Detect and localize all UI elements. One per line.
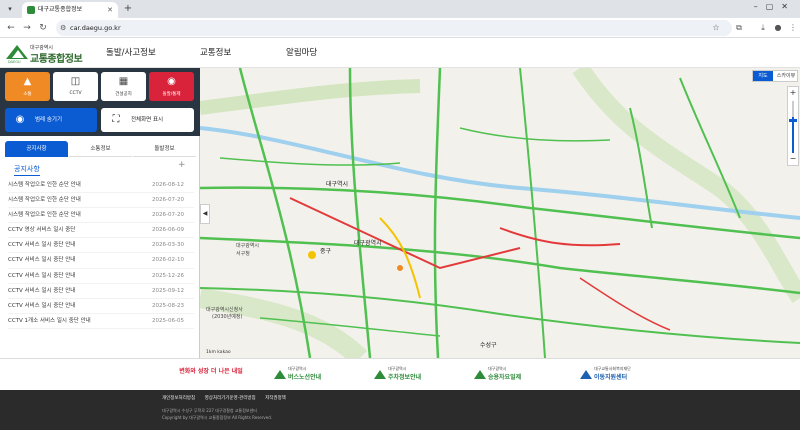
- legend-toggle-button[interactable]: ◉ 범례 숨기기: [5, 108, 97, 132]
- construction-icon: ▦: [118, 76, 129, 87]
- incident-button[interactable]: ◉ 돌발/통제: [149, 72, 194, 101]
- list-item[interactable]: CCTV 서비스 일시 중단 안내 2026-02-10: [8, 253, 194, 269]
- more-plus-icon[interactable]: +: [178, 160, 186, 170]
- list-item[interactable]: CCTV 서비스 일시 중단 안내 2025-08-23: [8, 299, 194, 314]
- panel-collapse-button[interactable]: ◀: [200, 204, 210, 224]
- list-item[interactable]: 시스템 작업으로 인한 순단 안내 2026-07-20: [8, 208, 194, 224]
- map-roads: [200, 68, 800, 358]
- browser-toolbar: ← → ↻ ⚙ car.daegu.go.kr ☆ ⧉ ⤓ ● ⋮: [0, 18, 800, 38]
- eye-icon: ◉: [15, 114, 25, 125]
- label-seo-gu-2: 서구청: [236, 251, 250, 257]
- browser-tab[interactable]: 대구교통종합정보 ✕: [22, 2, 118, 18]
- panel-tabs: 공지사항 소통정보 돌발정보: [5, 141, 196, 157]
- banner-mobility-center[interactable]: 대구교통사회복지재단 이동지원센터: [580, 366, 631, 384]
- construction-button[interactable]: ▦ 건설공지: [101, 72, 146, 101]
- cctv-button[interactable]: ◫ CCTV: [53, 72, 98, 101]
- tab-incident-info[interactable]: 돌발정보: [133, 141, 196, 157]
- nav-traffic[interactable]: 교통정보: [200, 46, 231, 58]
- label-daegu-city: 대구광역시: [354, 240, 382, 247]
- privacy-policy-link[interactable]: 개인정보처리방침: [162, 396, 195, 401]
- mobility-center-logo-icon: [580, 370, 592, 379]
- list-item[interactable]: CCTV 서비스 일시 중단 안내 2025-12-26: [8, 269, 194, 284]
- banner-strip: 변화와 성장 더 나은 내일 대구광역시 버스노선안내 대구광역시 주차정보안내…: [0, 358, 800, 390]
- zoom-out-icon[interactable]: −: [788, 154, 798, 164]
- zoom-handle[interactable]: [789, 119, 797, 122]
- traffic-map[interactable]: 지도 스카이뷰 + − 대구역시 중구 대구광역시 수성구 대구광역시신청사 (…: [200, 68, 800, 358]
- map-type-map-button[interactable]: 지도: [753, 71, 773, 81]
- traffic-button[interactable]: ▲ 소통: [5, 72, 50, 101]
- video-policy-link[interactable]: 영상처리기기운영·관리방침: [205, 396, 256, 401]
- label-suseong-gu: 수성구: [480, 342, 497, 349]
- incident-marker-icon: [308, 251, 316, 259]
- label-new-city-hall-year: (2030년예정): [212, 314, 243, 320]
- banner-car-day[interactable]: 대구광역시 승용차요일제: [474, 366, 521, 384]
- profile-icon[interactable]: ●: [771, 21, 785, 35]
- new-tab-icon[interactable]: +: [121, 2, 135, 16]
- cctv-icon: ◫: [70, 76, 81, 87]
- label-daegu-station: 대구역시: [326, 181, 349, 188]
- fullscreen-icon: ⛶: [112, 114, 120, 125]
- map-type-sky-button[interactable]: 스카이뷰: [773, 71, 799, 81]
- notice-list: 시스템 작업으로 인한 순단 안내 2026-08-12 시스템 작업으로 인한 …: [8, 178, 194, 329]
- browser-tab-strip: ▾ 대구교통종합정보 ✕ + –▢✕: [0, 0, 800, 18]
- label-new-city-hall: 대구광역시신청사: [206, 307, 243, 313]
- left-panel: ▲ 소통 ◫ CCTV ▦ 건설공지 ◉ 돌발/통제 ◉ 범례 숨기기 ⛶ 전체…: [0, 68, 200, 358]
- reload-icon[interactable]: ↻: [36, 21, 50, 35]
- list-item[interactable]: CCTV 서비스 일시 중단 안내 2026-03-30: [8, 238, 194, 254]
- menu-kebab-icon[interactable]: ⋮: [786, 21, 800, 35]
- bookmark-star-icon[interactable]: ☆: [709, 21, 723, 35]
- list-item[interactable]: 시스템 작업으로 인한 순단 안내 2026-08-12: [8, 178, 194, 194]
- zoom-slider[interactable]: [792, 101, 794, 153]
- traffic-cone-icon: ▲: [23, 76, 32, 87]
- label-seo-gu-1: 대구광역시: [236, 243, 260, 249]
- daegu-logo-icon: [474, 370, 486, 379]
- footer-links: 개인정보처리방침 영상처리기기운영·관리방침 저작권정책: [162, 395, 294, 401]
- tab-notice[interactable]: 공지사항: [5, 141, 68, 157]
- nav-incident[interactable]: 돌발/사고정보: [106, 46, 156, 58]
- address-text: car.daegu.go.kr: [70, 24, 121, 32]
- browser-tab-title: 대구교통종합정보: [38, 6, 83, 13]
- address-bar[interactable]: ⚙ car.daegu.go.kr: [56, 20, 732, 36]
- banner-bus-route[interactable]: 대구광역시 버스노선안내: [274, 366, 321, 384]
- nav-notice[interactable]: 알림마당: [286, 46, 317, 58]
- label-jung-gu: 중구: [320, 248, 332, 255]
- tab-traffic-info[interactable]: 소통정보: [69, 141, 132, 157]
- list-item[interactable]: CCTV 서비스 일시 중단 안내 2025-09-12: [8, 284, 194, 299]
- forward-icon[interactable]: →: [20, 21, 34, 35]
- quick-menu: ▲ 소통 ◫ CCTV ▦ 건설공지 ◉ 돌발/통제 ◉ 범례 숨기기 ⛶ 전체…: [0, 68, 200, 136]
- zoom-in-icon[interactable]: +: [788, 88, 798, 98]
- fullscreen-button[interactable]: ⛶ 전체화면 표시: [101, 108, 194, 132]
- favicon-icon: [27, 6, 35, 14]
- notice-heading: 공지사항: [14, 164, 40, 176]
- back-icon[interactable]: ←: [4, 21, 18, 35]
- window-controls[interactable]: –▢✕: [754, 2, 796, 11]
- list-item[interactable]: CCTV 1개소 서비스 일시 중단 안내 2025-06-05: [8, 314, 194, 329]
- daegu-logo-icon: [374, 370, 386, 379]
- site-info-icon[interactable]: ⚙: [60, 20, 66, 36]
- alert-icon: ◉: [167, 76, 176, 87]
- zoom-control: + −: [787, 86, 799, 166]
- list-item[interactable]: CCTV 영상 서비스 일시 중단 2026-06-09: [8, 223, 194, 239]
- site-header: DAEGU 대구광역시 교통종합정보 돌발/사고정보 교통정보 알림마당: [0, 38, 800, 68]
- banner-parking[interactable]: 대구광역시 주차정보안내: [374, 366, 421, 384]
- site-footer: 개인정보처리방침 영상처리기기운영·관리방침 저작권정책 대구광역시 수성구 무…: [0, 390, 800, 430]
- download-icon[interactable]: ⤓: [756, 21, 770, 35]
- map-scale: 1km kakao: [206, 350, 231, 355]
- site-logo[interactable]: DAEGU 대구광역시 교통종합정보: [6, 42, 86, 65]
- copyright-policy-link[interactable]: 저작권정책: [265, 396, 286, 401]
- map-type-toggle: 지도 스카이뷰: [752, 70, 798, 82]
- footer-address: 대구광역시 수성구 무학로 227 대구경찰청 교통정보센터: [162, 408, 257, 413]
- list-item[interactable]: 시스템 작업으로 인한 순단 안내 2026-07-20: [8, 193, 194, 209]
- tab-search-icon[interactable]: ▾: [4, 3, 16, 15]
- footer-copyright: Copyright by 대구광역시 교통종합정보 All Rights Res…: [162, 415, 273, 420]
- daegu-logo-icon: [274, 370, 286, 379]
- close-tab-icon[interactable]: ✕: [107, 2, 113, 18]
- extensions-icon[interactable]: ⧉: [732, 21, 746, 35]
- banner-slogan[interactable]: 변화와 성장 더 나은 내일: [176, 366, 246, 384]
